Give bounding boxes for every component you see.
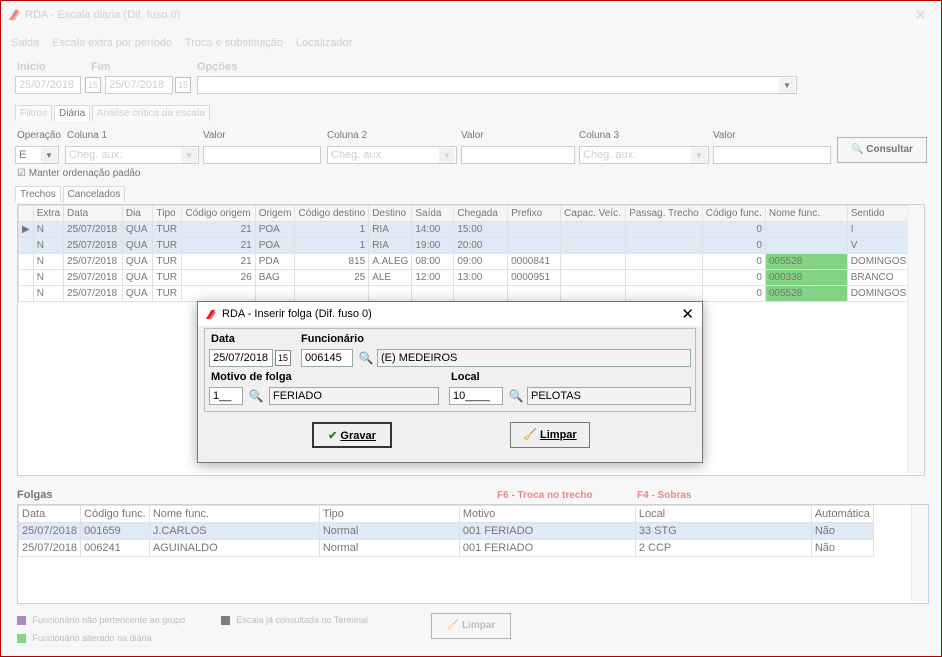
- checkmark-icon: ✔: [328, 430, 338, 442]
- dialog-title: RDA - Inserir folga (Dif. fuso 0): [222, 308, 372, 320]
- limpar-button[interactable]: 🧹 Limpar: [510, 422, 590, 448]
- gravar-label: Gravar: [340, 430, 376, 442]
- local-search-icon[interactable]: 🔍: [507, 387, 525, 405]
- funcionario-label: Funcionário: [301, 333, 364, 345]
- local-code-field[interactable]: 10____: [449, 387, 503, 405]
- motivo-code-field[interactable]: 1__: [209, 387, 243, 405]
- app-logo-icon: [205, 309, 217, 320]
- funcionario-name-field: (E) MEDEIROS: [377, 349, 691, 367]
- local-name-field: PELOTAS: [527, 387, 691, 405]
- funcionario-code-field[interactable]: 006145: [301, 349, 353, 367]
- broom-icon: 🧹: [523, 429, 537, 441]
- dialog-close-icon[interactable]: ✕: [681, 305, 694, 323]
- motivo-name-field: FERIADO: [269, 387, 439, 405]
- limpar-label: Limpar: [540, 429, 577, 441]
- dialog-title-bar: RDA - Inserir folga (Dif. fuso 0) ✕: [198, 302, 702, 326]
- motivo-label: Motivo de folga: [211, 371, 292, 383]
- local-label: Local: [451, 371, 480, 383]
- calendar-icon[interactable]: 15: [275, 350, 291, 366]
- motivo-search-icon[interactable]: 🔍: [247, 387, 265, 405]
- data-field[interactable]: 25/07/2018: [209, 349, 273, 367]
- funcionario-search-icon[interactable]: 🔍: [357, 349, 375, 367]
- main-window: RDA - Escala diaria (Dif. fuso 0) ✕ Said…: [0, 0, 942, 657]
- data-label: Data: [211, 333, 235, 345]
- inserir-folga-dialog: RDA - Inserir folga (Dif. fuso 0) ✕ Data…: [197, 301, 703, 463]
- dialog-form-panel: Data Funcionário 25/07/2018 15 006145 🔍 …: [204, 328, 696, 412]
- gravar-button[interactable]: ✔ Gravar: [312, 422, 392, 448]
